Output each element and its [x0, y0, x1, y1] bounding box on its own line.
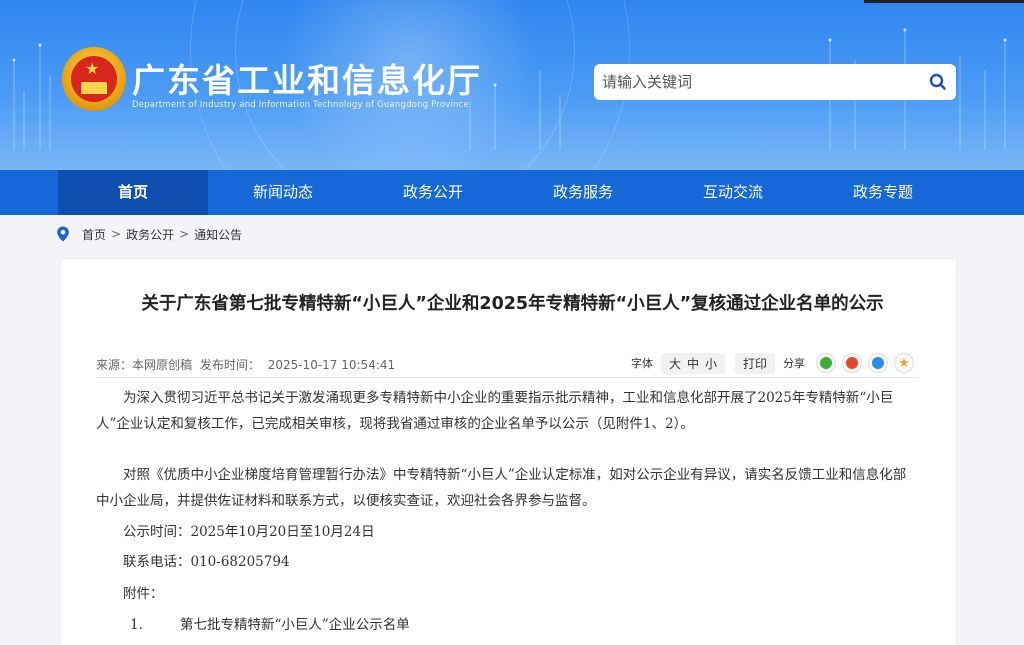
- article-paragraph: 对照《优质中小企业梯度培育管理暂行办法》中专精特新“小巨人”企业认定标准，如对公…: [96, 467, 907, 509]
- search-box: [594, 64, 956, 100]
- font-size-group: 大 中 小: [661, 352, 726, 374]
- site-title[interactable]: 广东省工业和信息化厅: [132, 54, 482, 102]
- article-source: 来源：本网原创稿: [96, 358, 193, 372]
- article-tools: 字体 大 中 小 打印 分享: [631, 352, 805, 374]
- font-size-large[interactable]: 大: [669, 355, 681, 372]
- attachment-item: 1. 第七批专精特新“小巨人”企业公示名单: [96, 612, 918, 638]
- nav-item-topics[interactable]: 政务专题: [808, 170, 958, 215]
- weibo-icon-mark: [846, 357, 858, 369]
- article-title: 关于广东省第七批专精特新“小巨人”企业和2025年专精特新“小巨人”复核通过企业…: [141, 294, 884, 314]
- publish-time: 2025-10-17 10:54:41: [267, 358, 396, 372]
- wechat-icon[interactable]: [816, 353, 836, 373]
- attachment-number: 1.: [130, 617, 143, 633]
- national-emblem-logo[interactable]: [62, 47, 126, 111]
- nav-item-news[interactable]: 新闻动态: [208, 170, 358, 215]
- breadcrumb-government-affairs[interactable]: 政务公开: [126, 226, 174, 243]
- qq-icon-mark: [872, 357, 884, 369]
- font-size-label: 字体: [631, 357, 653, 370]
- star-icon: ★: [898, 355, 910, 371]
- favorite-icon[interactable]: ★: [894, 353, 914, 373]
- article-paragraph: 为深入贯彻习近平总书记关于激发涌现更多专精特新中小企业的重要指示批示精神，工业和…: [96, 390, 894, 432]
- breadcrumb-separator: >: [179, 227, 190, 241]
- search-icon[interactable]: [928, 72, 948, 92]
- nav-item-services[interactable]: 政务服务: [508, 170, 658, 215]
- qq-icon[interactable]: [868, 353, 888, 373]
- nav-item-interaction[interactable]: 互动交流: [658, 170, 808, 215]
- meta-divider: [96, 377, 918, 378]
- breadcrumb-home[interactable]: 首页: [82, 226, 106, 243]
- site-subtitle: Department of Industry and Information T…: [132, 100, 469, 110]
- font-size-small[interactable]: 小: [705, 355, 717, 372]
- breadcrumb-separator: >: [111, 227, 122, 241]
- weibo-icon[interactable]: [842, 353, 862, 373]
- publish-label: 发布时间：: [199, 358, 260, 372]
- main-nav: 首页 新闻动态 政务公开 政务服务 互动交流 政务专题: [0, 170, 1024, 215]
- attachment-link[interactable]: 第七批专精特新“小巨人”企业公示名单: [180, 617, 410, 633]
- print-button[interactable]: 打印: [735, 352, 776, 374]
- font-size-medium[interactable]: 中: [687, 355, 699, 372]
- article-meta: 来源：本网原创稿 发布时间： 2025-10-17 10:54:41: [96, 356, 399, 373]
- emblem-inner: [71, 56, 117, 102]
- location-icon: [57, 226, 69, 242]
- share-icons: ★: [816, 353, 914, 373]
- share-label: 分享: [783, 357, 806, 370]
- search-input[interactable]: [602, 68, 912, 96]
- breadcrumb: 首页 > 政务公开 > 通知公告: [56, 224, 242, 244]
- publicity-period: 公示时间：2025年10月20日至10月24日: [123, 524, 375, 540]
- attachments-label: 附件：: [123, 586, 164, 602]
- nav-item-home[interactable]: 首页: [58, 170, 208, 215]
- contact-phone: 联系电话：010-68205794: [123, 554, 290, 570]
- breadcrumb-notices[interactable]: 通知公告: [194, 226, 242, 243]
- wechat-icon-mark: [820, 357, 832, 369]
- nav-item-government-affairs[interactable]: 政务公开: [358, 170, 508, 215]
